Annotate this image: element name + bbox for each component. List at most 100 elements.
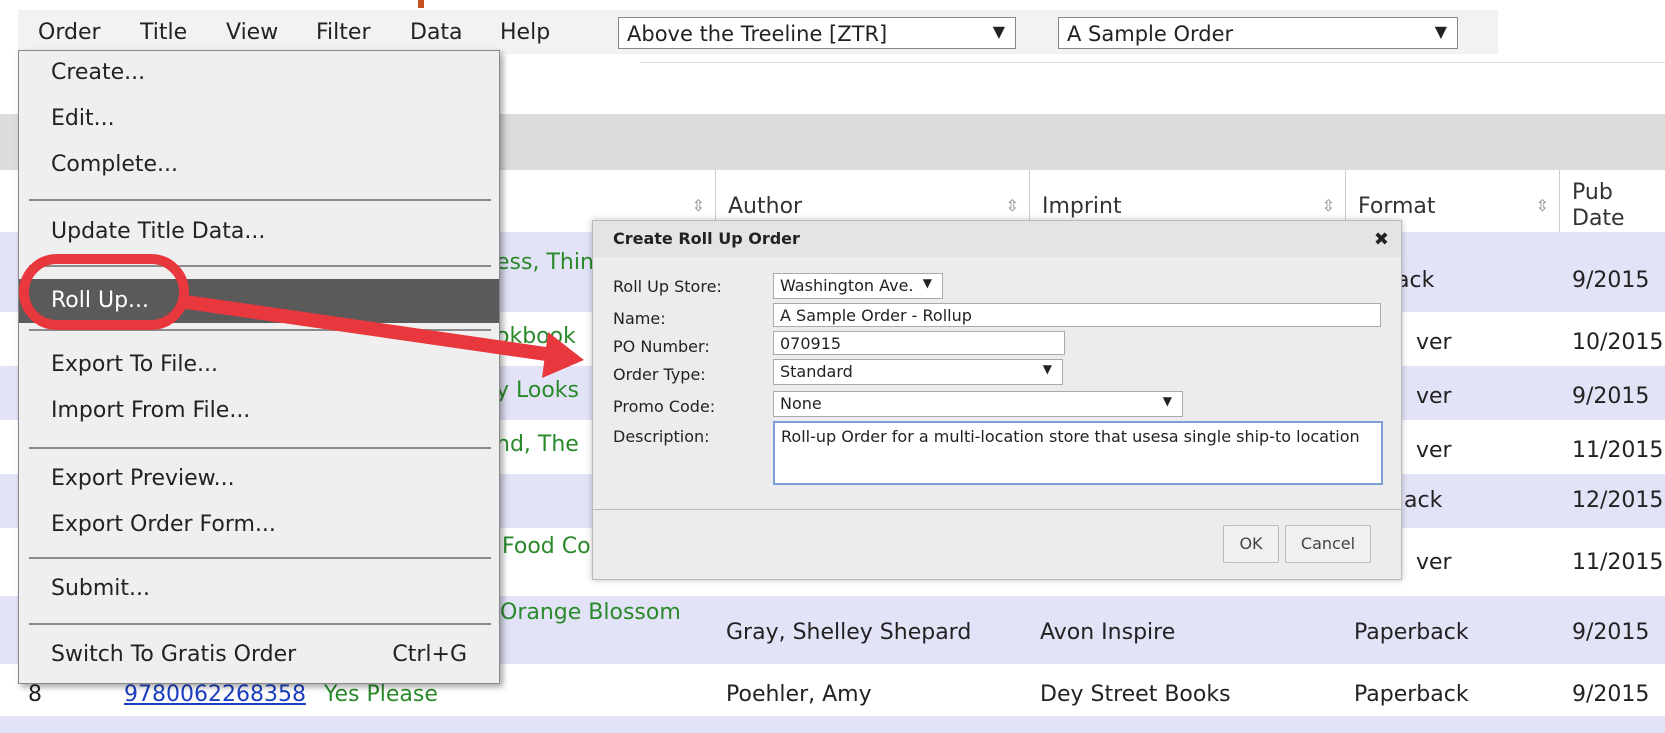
dropdown-arrow-icon: ▼ (992, 22, 1005, 41)
menu-separator (29, 557, 491, 559)
pub-date-cell: 10/2015 (1572, 330, 1664, 355)
order-type-select[interactable]: Standard ▼ (773, 359, 1063, 385)
dropdown-arrow-icon: ▼ (1042, 362, 1052, 376)
column-header-label: Format (1358, 194, 1436, 219)
menu-item-export-order-form[interactable]: Export Order Form... (19, 505, 499, 545)
po-number-field[interactable]: 070915 (773, 331, 1065, 355)
label-order-type: Order Type: (613, 365, 706, 384)
menu-item-export-to-file[interactable]: Export To File... (19, 345, 499, 385)
pub-date-cell: 9/2015 (1572, 268, 1650, 293)
roll-up-store-value: Washington Ave. (780, 276, 914, 295)
title-cell[interactable]: Yes Please (324, 682, 438, 707)
cancel-button[interactable]: Cancel (1285, 525, 1371, 563)
close-icon[interactable]: ✖ (1374, 229, 1389, 250)
label-name: Name: (613, 309, 666, 328)
promo-code-value: None (780, 394, 822, 413)
pub-date-cell: 9/2015 (1572, 682, 1650, 707)
label-roll-up-store: Roll Up Store: (613, 277, 722, 296)
format-cell: Paperback (1354, 620, 1469, 645)
dropdown-arrow-icon: ▼ (1162, 394, 1172, 408)
menu-item-roll-up[interactable]: Roll Up... (19, 279, 499, 323)
menu-view[interactable]: View (226, 20, 278, 45)
roll-up-store-select[interactable]: Washington Ave. ▼ (773, 273, 943, 299)
app-window: Order Title View Filter Data Help Above … (0, 0, 1665, 733)
label-po-number: PO Number: (613, 337, 710, 356)
menu-filter[interactable]: Filter (316, 20, 370, 45)
menu-item-switch-gratis[interactable]: Switch To Gratis Order Ctrl+G (19, 635, 499, 675)
order-select[interactable]: A Sample Order ▼ (1058, 17, 1458, 49)
store-select-value: Above the Treeline [ZTR] (627, 22, 888, 46)
menu-bar: Order Title View Filter Data Help Above … (18, 10, 1498, 54)
menu-item-edit[interactable]: Edit... (19, 99, 499, 139)
menu-separator (29, 265, 491, 267)
ok-button[interactable]: OK (1223, 525, 1279, 563)
menu-item-import-from-file[interactable]: Import From File... (19, 391, 499, 431)
menu-item-export-preview[interactable]: Export Preview... (19, 459, 499, 499)
format-cell: Paperback (1354, 682, 1469, 707)
promo-code-select[interactable]: None ▼ (773, 391, 1183, 417)
menu-separator (29, 447, 491, 449)
sort-icon: ⇳ (691, 196, 705, 215)
format-cell: ver (1416, 438, 1452, 463)
imprint-cell: Avon Inspire (1040, 620, 1176, 645)
order-select-value: A Sample Order (1067, 22, 1234, 46)
menu-separator (29, 329, 491, 331)
menu-item-complete[interactable]: Complete... (19, 145, 499, 185)
dialog-title: Create Roll Up Order (613, 229, 800, 248)
dropdown-arrow-icon: ▼ (922, 276, 932, 290)
menu-order[interactable]: Order (38, 20, 101, 45)
author-cell: Gray, Shelley Shepard (726, 620, 972, 645)
store-select[interactable]: Above the Treeline [ZTR] ▼ (618, 17, 1016, 49)
column-header-label: Date (1572, 206, 1625, 231)
menu-separator (29, 623, 491, 625)
isbn-link[interactable]: 9780062268358 (124, 682, 306, 707)
divider (640, 62, 1665, 63)
name-field[interactable]: A Sample Order - Rollup (773, 303, 1381, 327)
menu-separator (29, 199, 491, 201)
pub-date-cell: 9/2015 (1572, 620, 1650, 645)
accent-mark (418, 0, 424, 8)
menu-item-create[interactable]: Create... (19, 53, 499, 93)
order-menu: Create... Edit... Complete... Update Tit… (18, 50, 500, 684)
menu-title[interactable]: Title (140, 20, 187, 45)
menu-help[interactable]: Help (500, 20, 550, 45)
label-promo-code: Promo Code: (613, 397, 716, 416)
title-cell[interactable]: Orange Blossom (500, 600, 681, 625)
pub-date-cell: 12/2015 (1572, 488, 1664, 513)
format-cell: ver (1416, 384, 1452, 409)
format-cell: ver (1416, 550, 1452, 575)
dialog-divider (593, 509, 1401, 510)
format-cell: ver (1416, 330, 1452, 355)
create-roll-up-dialog: Create Roll Up Order ✖ Roll Up Store: Wa… (592, 220, 1402, 580)
table-row[interactable] (0, 716, 1665, 733)
description-field[interactable]: Roll-up Order for a multi-location store… (773, 421, 1383, 485)
pub-date-cell: 11/2015 (1572, 550, 1664, 575)
menu-item-submit[interactable]: Submit... (19, 569, 499, 609)
menu-item-label: Switch To Gratis Order (51, 642, 297, 667)
menu-data[interactable]: Data (410, 20, 463, 45)
sort-icon: ⇳ (1321, 196, 1335, 215)
title-cell[interactable]: Food Co (502, 534, 591, 559)
title-cell[interactable]: nd, The (496, 432, 579, 457)
title-cell[interactable]: ess, Think (496, 250, 607, 275)
dialog-title-bar: Create Roll Up Order ✖ (593, 221, 1401, 257)
menu-item-update-title-data[interactable]: Update Title Data... (19, 212, 499, 252)
column-header-label: Author (728, 194, 803, 219)
column-header-label: Imprint (1042, 194, 1122, 219)
title-cell[interactable]: okbook (496, 324, 576, 349)
row-number: 8 (28, 682, 42, 707)
format-cell: ack (1404, 488, 1443, 513)
sort-icon: ⇳ (1535, 196, 1549, 215)
column-header-label: Pub (1572, 180, 1613, 205)
title-cell[interactable]: y Looks (496, 378, 579, 403)
imprint-cell: Dey Street Books (1040, 682, 1231, 707)
pub-date-cell: 9/2015 (1572, 384, 1650, 409)
order-type-value: Standard (780, 362, 853, 381)
dropdown-arrow-icon: ▼ (1434, 22, 1447, 41)
author-cell: Poehler, Amy (726, 682, 872, 707)
pub-date-cell: 11/2015 (1572, 438, 1664, 463)
label-description: Description: (613, 427, 710, 446)
sort-icon: ⇳ (1005, 196, 1019, 215)
keyboard-shortcut: Ctrl+G (392, 642, 467, 667)
column-header-pub-date[interactable]: Pub Date (1560, 170, 1665, 232)
